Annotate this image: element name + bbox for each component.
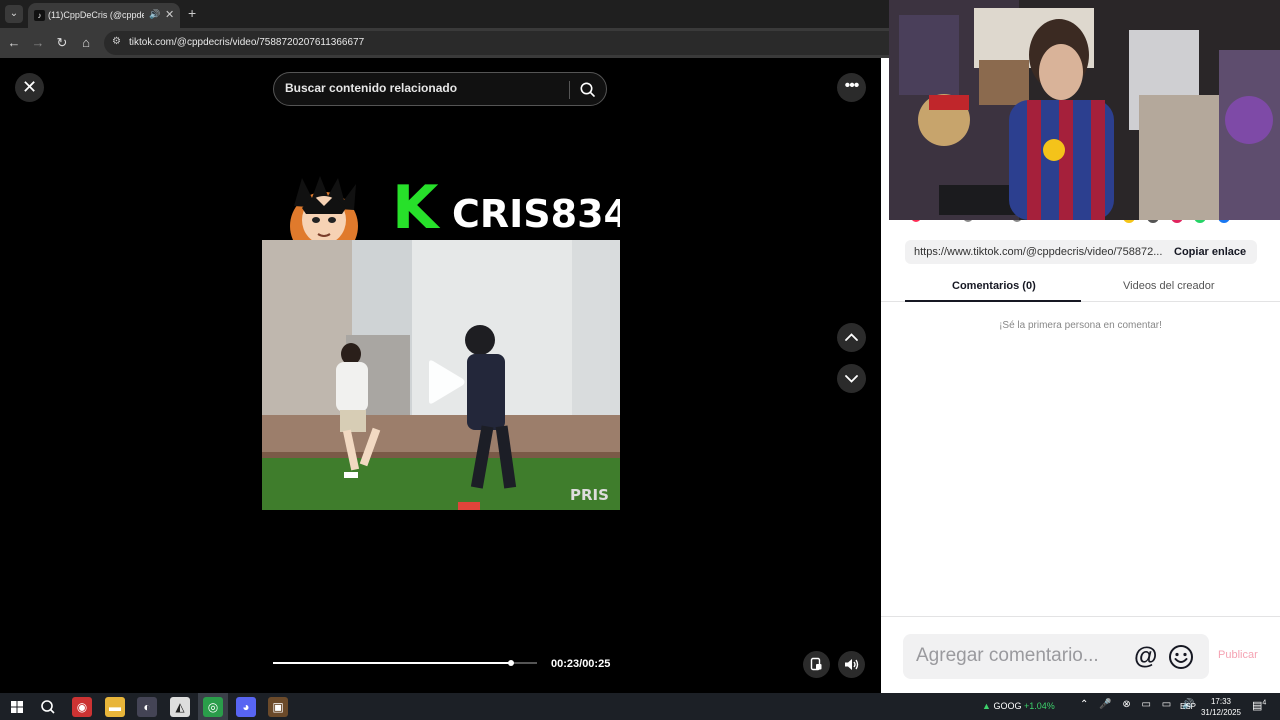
previous-video-button[interactable] — [837, 323, 866, 352]
play-icon[interactable] — [425, 359, 467, 405]
emoji-icon[interactable] — [1168, 644, 1194, 670]
reload-icon[interactable]: ↻ — [53, 34, 71, 52]
address-bar[interactable]: ⚙ tiktok.com/@cppdecris/video/7588720207… — [104, 31, 889, 55]
site-info-icon[interactable]: ⚙ — [112, 36, 121, 47]
file-explorer-icon[interactable]: ▬ — [105, 697, 125, 717]
app-icon-3[interactable]: ◐ — [137, 697, 157, 717]
browser-tab-tiktok[interactable]: ♪ (11)CppDeCris (@cppdecris 🔊 ✕ — [28, 3, 180, 28]
tab-comments[interactable]: Comentarios (0) — [952, 280, 1036, 292]
video-progress-bar[interactable] — [273, 660, 537, 666]
app-icon-1[interactable]: ◉ — [72, 697, 92, 717]
comment-input[interactable] — [916, 645, 1126, 667]
mention-at-icon[interactable]: @ — [1134, 643, 1157, 671]
search-icon[interactable] — [579, 81, 596, 98]
close-viewer-button[interactable]: ✕ — [15, 73, 44, 102]
prism-watermark: PRIS — [570, 486, 609, 504]
clock-time: 17:33 — [1210, 697, 1232, 706]
stock-widget[interactable]: ▲ GOOG +1.04% — [982, 701, 1055, 711]
overlay-k-letter: K — [392, 173, 439, 243]
back-arrow-icon[interactable]: ← — [5, 34, 23, 52]
search-icon[interactable] — [38, 697, 58, 717]
speaker-icon — [845, 659, 859, 670]
tab-creator-videos[interactable]: Videos del creador — [1123, 280, 1215, 292]
comment-composer: @ Publicar — [881, 616, 1280, 693]
home-icon[interactable]: ⌂ — [77, 34, 95, 52]
discord-icon[interactable]: ◕ — [236, 697, 256, 717]
picture-in-picture-icon — [810, 657, 822, 671]
publish-button[interactable]: Publicar — [1218, 649, 1258, 661]
more-options-button[interactable]: ••• — [837, 73, 866, 102]
chevron-up-icon — [845, 333, 858, 341]
video-player[interactable]: K CRIS8341 — [262, 164, 620, 510]
new-tab-icon[interactable]: + — [188, 5, 196, 21]
stock-symbol: GOOG — [993, 701, 1022, 711]
video-progress-thumb[interactable] — [507, 660, 514, 666]
no-comments-message: ¡Sé la primera persona en comentar! — [999, 320, 1162, 331]
minecraft-icon[interactable]: ▣ — [268, 697, 288, 717]
url-text: tiktok.com/@cppdecris/video/758872020761… — [129, 37, 365, 48]
notification-icon[interactable]: ▤4 — [1252, 699, 1266, 712]
search-divider — [569, 81, 570, 99]
video-overlay-header: K CRIS8341 — [262, 164, 620, 252]
app-icon-4[interactable]: ◭ — [170, 697, 190, 717]
related-search-input[interactable] — [285, 81, 555, 95]
tiktok-favicon-icon: ♪ — [34, 10, 45, 21]
video-viewer: ✕ ••• K — [0, 58, 881, 693]
windows-taskbar: ◉ ▬ ◐ ◭ ◎ ◕ ▣ ▲ GOOG +1.04% ⌃ 🎤 ⊗ ▭ ▭ 🔊 … — [0, 693, 1280, 720]
next-video-button[interactable] — [837, 364, 866, 393]
browser-toolbar: ← → ↻ ⌂ ⚙ tiktok.com/@cppdecris/video/75… — [0, 28, 889, 58]
volume-button[interactable] — [838, 651, 865, 678]
active-tab-underline — [905, 300, 1081, 302]
video-progress-fill — [273, 662, 511, 664]
share-link-box[interactable]: https://www.tiktok.com/@cppdecris/video/… — [905, 240, 1257, 264]
share-link-url[interactable]: https://www.tiktok.com/@cppdecris/video/… — [914, 246, 1164, 258]
tab-search-chevron-icon[interactable]: ⌄ — [5, 5, 23, 23]
forward-arrow-icon[interactable]: → — [29, 34, 47, 52]
floating-player-button[interactable] — [803, 651, 830, 678]
language-indicator[interactable]: ESP — [1180, 702, 1196, 711]
panel-tabs: Comentarios (0) Videos del creador — [881, 270, 1280, 302]
overlay-username: CRIS8341 — [452, 192, 620, 236]
chevron-down-icon — [845, 375, 858, 383]
windows-start-icon[interactable] — [7, 697, 27, 717]
clock-date: 31/12/2025 — [1200, 708, 1242, 717]
copy-link-button[interactable]: Copiar enlace — [1174, 246, 1246, 258]
tab-close-icon[interactable]: ✕ — [165, 8, 174, 21]
stock-change: +1.04% — [1023, 701, 1055, 711]
chrome-icon[interactable]: ◎ — [203, 697, 223, 717]
clock[interactable]: 17:33 31/12/2025 — [1198, 696, 1244, 718]
related-search-box[interactable] — [273, 72, 607, 106]
tab-title: (11)CppDeCris (@cppdecris — [48, 10, 144, 20]
notification-count: 4 — [1262, 699, 1267, 707]
audio-playing-icon[interactable]: 🔊 — [149, 9, 160, 20]
browser-tab-strip: ⌄ ♪ (11)CppDeCris (@cppdecris 🔊 ✕ + — [0, 0, 889, 28]
comment-input-wrapper[interactable]: @ — [903, 634, 1209, 679]
video-time: 00:23/00:25 — [551, 658, 611, 670]
streamer-webcam — [889, 0, 1280, 220]
